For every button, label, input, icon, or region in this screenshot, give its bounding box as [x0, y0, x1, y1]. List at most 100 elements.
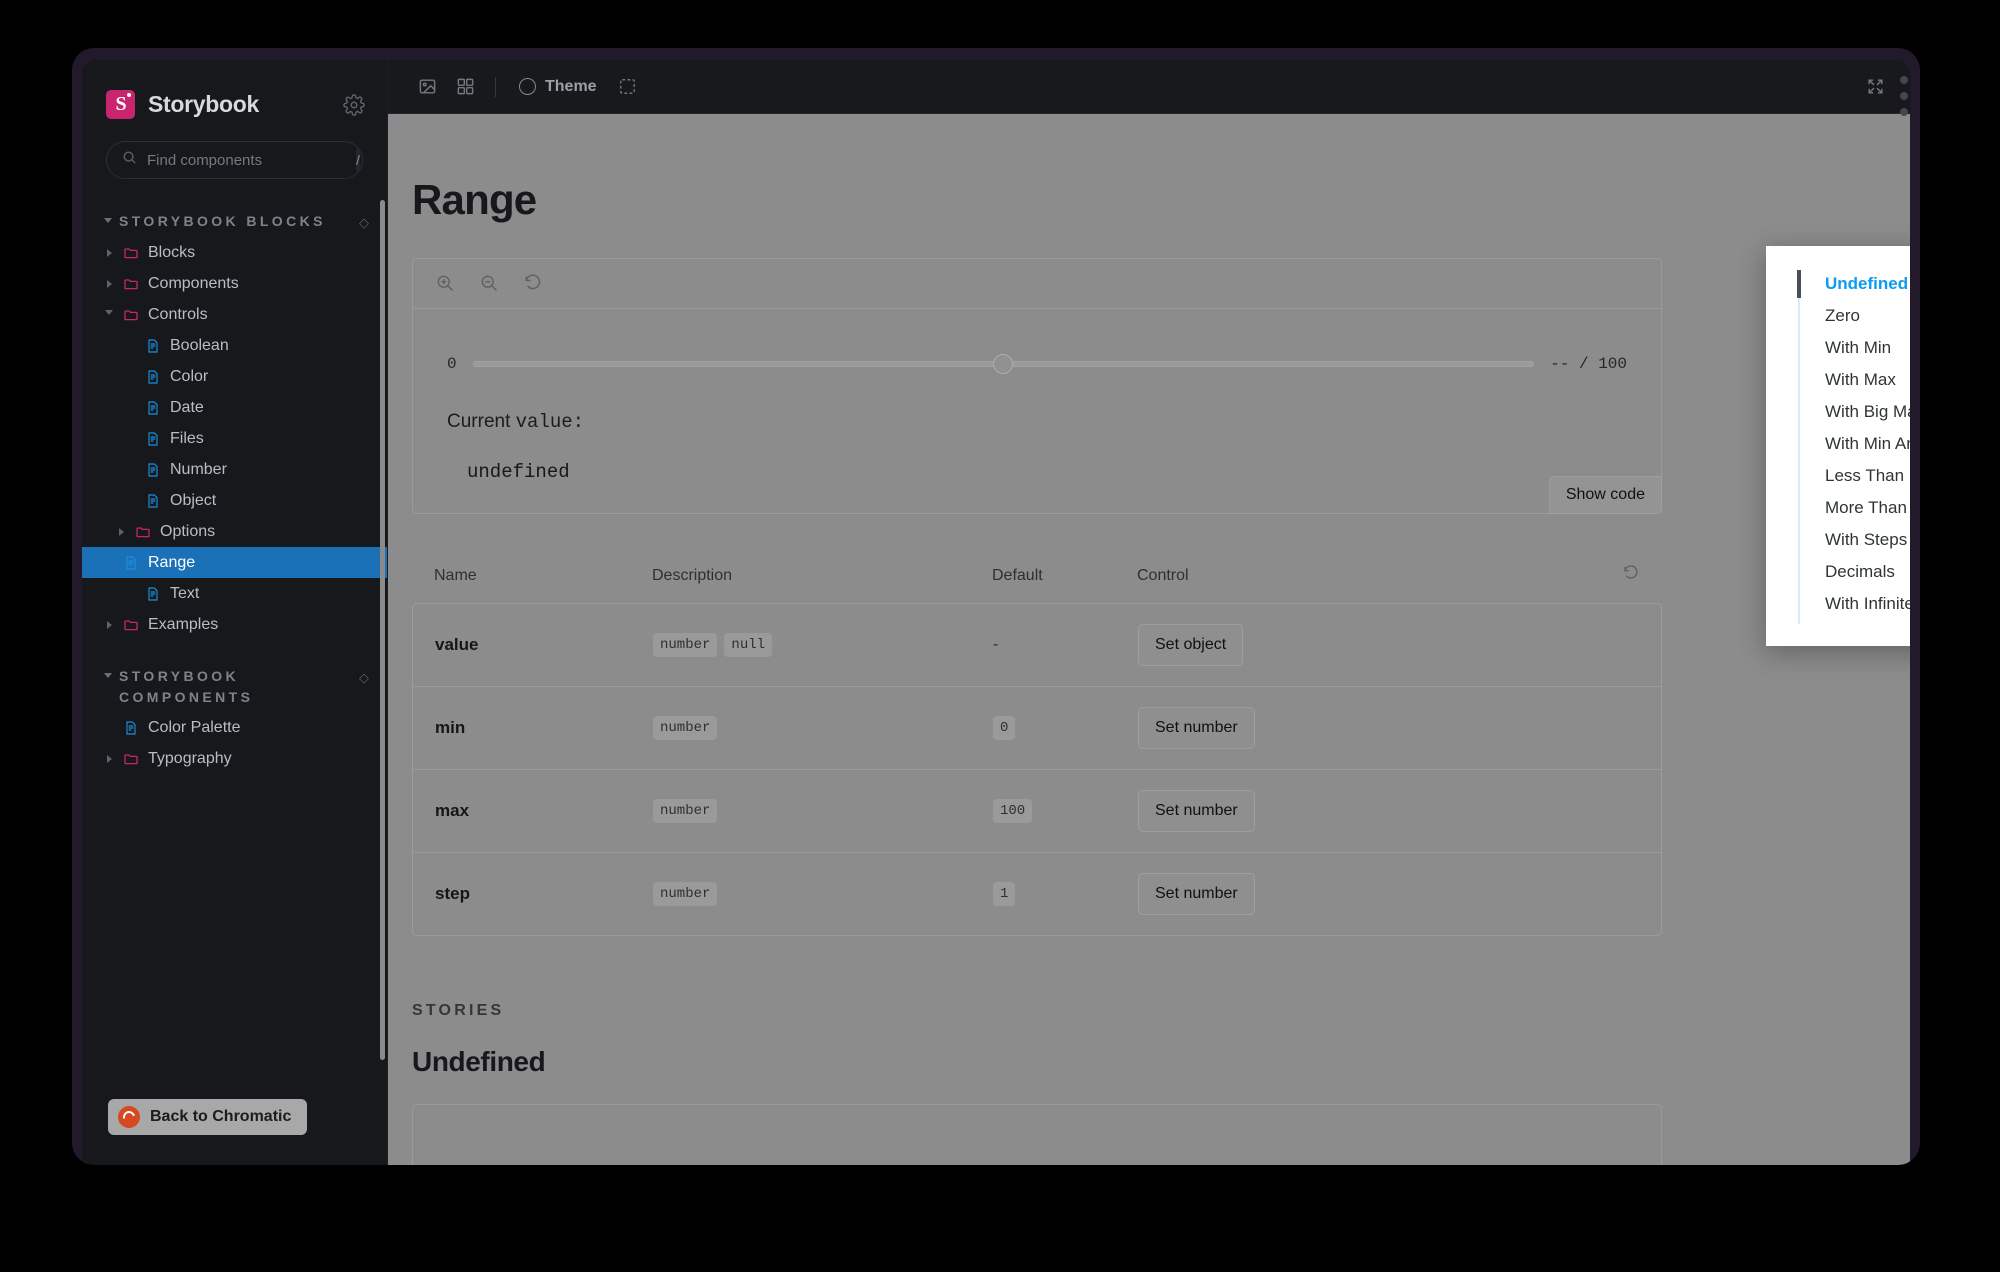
sidebar-item-components[interactable]: Components [96, 268, 377, 299]
arg-name: min [413, 687, 653, 770]
type-pill: number [653, 799, 717, 823]
args-table: valuenumbernull-Set objectminnumber0Set … [413, 604, 1661, 935]
popover-item-with-max[interactable]: With Max [1766, 364, 1910, 396]
toolbar-divider [495, 77, 496, 97]
control-button-min[interactable]: Set number [1138, 707, 1255, 749]
arg-types: number [653, 853, 993, 936]
expand-all-icon[interactable]: ◇ [359, 215, 369, 231]
sidebar-item-text[interactable]: Text [96, 578, 377, 609]
sidebar-brand[interactable]: S Storybook [82, 60, 387, 119]
sidebar-item-date[interactable]: Date [96, 392, 377, 423]
range-thumb[interactable] [993, 354, 1013, 374]
zoom-in-icon[interactable] [435, 273, 457, 295]
main-area: Theme Range [388, 60, 1910, 1165]
sidebar-item-number[interactable]: Number [96, 454, 377, 485]
sidebar-item-options[interactable]: Options [96, 516, 377, 547]
popover-item-less-than-min[interactable]: Less Than Min [1766, 460, 1910, 492]
popover-item-more-than-max[interactable]: More Than Max [1766, 492, 1910, 524]
preview-card: 0 -- / 100 Current value: [412, 258, 1662, 514]
docs-canvas: Range [388, 114, 1910, 1165]
sidebar-item-boolean[interactable]: Boolean [96, 330, 377, 361]
sidebar-item-color[interactable]: Color [96, 361, 377, 392]
sidebar-item-label: Files [170, 430, 204, 448]
app-window-frame: S Storybook / [72, 48, 1920, 1165]
expand-icon[interactable] [1858, 71, 1892, 103]
chevron-right-icon [104, 755, 114, 763]
image-icon[interactable] [410, 71, 444, 103]
arg-types: number null [653, 604, 993, 687]
search-box[interactable]: / [106, 141, 363, 179]
theme-label: Theme [545, 78, 597, 96]
show-code-button[interactable]: Show code [1549, 476, 1662, 514]
search-shortcut-key: / [356, 148, 360, 172]
expand-all-icon[interactable]: ◇ [359, 670, 369, 686]
control-button-step[interactable]: Set number [1138, 873, 1255, 915]
sidebar-item-label: Date [170, 399, 204, 417]
gear-icon[interactable] [343, 94, 365, 116]
preview-zoom-toolbar [413, 259, 1661, 309]
sidebar-scrollbar[interactable] [380, 200, 385, 1060]
popover-item-with-min[interactable]: With Min [1766, 332, 1910, 364]
folder-icon [123, 307, 139, 323]
sidebar-item-label: Controls [148, 306, 208, 324]
folder-icon [123, 751, 139, 767]
table-row: valuenumber null - Set object [413, 604, 1661, 687]
measure-icon[interactable] [611, 71, 645, 103]
range-control: 0 -- / 100 [447, 353, 1627, 375]
storybook-logo-icon: S [106, 90, 135, 119]
sidebar: S Storybook / [82, 60, 388, 1165]
popover-item-zero[interactable]: Zero [1766, 300, 1910, 332]
sidebar-item-color-palette[interactable]: Color Palette [96, 713, 377, 744]
folder-icon [123, 245, 139, 261]
sidebar-item-label: Examples [148, 616, 218, 634]
sidebar-item-label: Color Palette [148, 719, 241, 737]
popover-item-undefined[interactable]: Undefined [1766, 268, 1910, 300]
default-empty: - [993, 636, 998, 653]
sidebar-item-typography[interactable]: Typography [96, 744, 377, 775]
reset-icon[interactable] [1622, 564, 1640, 587]
grid-icon[interactable] [448, 71, 482, 103]
default-pill: 1 [993, 882, 1015, 906]
sidebar-item-examples[interactable]: Examples [96, 609, 377, 640]
sidebar-item-label: Text [170, 585, 199, 603]
sidebar-group-storybook-blocks[interactable]: STORYBOOK BLOCKS ◇ [96, 205, 377, 237]
sidebar-group-label: STORYBOOK COMPONENTS [119, 666, 352, 707]
arg-default: 0 [993, 687, 1138, 770]
chevron-right-icon [104, 280, 114, 288]
range-slider[interactable] [473, 353, 1535, 375]
type-pill: null [724, 633, 772, 657]
chevron-right-icon [104, 621, 114, 629]
arg-name: value [413, 604, 653, 687]
sidebar-item-range[interactable]: Range [82, 547, 387, 578]
control-button-value[interactable]: Set object [1138, 624, 1243, 666]
search-input[interactable] [147, 152, 346, 169]
arg-name: step [413, 853, 653, 936]
arg-control-cell: Set number [1138, 770, 1661, 853]
preview-toolbar: Theme [388, 60, 1910, 114]
sidebar-item-controls[interactable]: Controls [96, 299, 377, 330]
document-icon [123, 720, 139, 736]
popover-item-with-min-and-max[interactable]: With Min And Max [1766, 428, 1910, 460]
popover-item-with-big-max[interactable]: With Big Max [1766, 396, 1910, 428]
sidebar-item-label: Boolean [170, 337, 229, 355]
type-pill: number [653, 633, 717, 657]
document-icon [145, 586, 161, 602]
control-button-max[interactable]: Set number [1138, 790, 1255, 832]
arg-name: max [413, 770, 653, 853]
sidebar-group-storybook-components[interactable]: STORYBOOK COMPONENTS ◇ [96, 660, 377, 713]
sidebar-item-label: Range [148, 554, 195, 572]
sidebar-item-blocks[interactable]: Blocks [96, 237, 377, 268]
popover-item-with-steps[interactable]: With Steps [1766, 524, 1910, 556]
zoom-out-icon[interactable] [479, 273, 501, 295]
popover-item-decimals[interactable]: Decimals [1766, 556, 1910, 588]
theme-switcher[interactable]: Theme [509, 71, 607, 103]
sidebar-item-object[interactable]: Object [96, 485, 377, 516]
arg-default: 100 [993, 770, 1138, 853]
sidebar-item-files[interactable]: Files [96, 423, 377, 454]
back-to-chromatic-button[interactable]: Back to Chromatic [108, 1099, 307, 1135]
chevron-down-icon [104, 673, 112, 682]
popover-item-with-infinite-max[interactable]: With Infinite Max [1766, 588, 1910, 620]
zoom-reset-icon[interactable] [523, 273, 545, 295]
table-row: maxnumber 100Set number [413, 770, 1661, 853]
type-pill: number [653, 716, 717, 740]
